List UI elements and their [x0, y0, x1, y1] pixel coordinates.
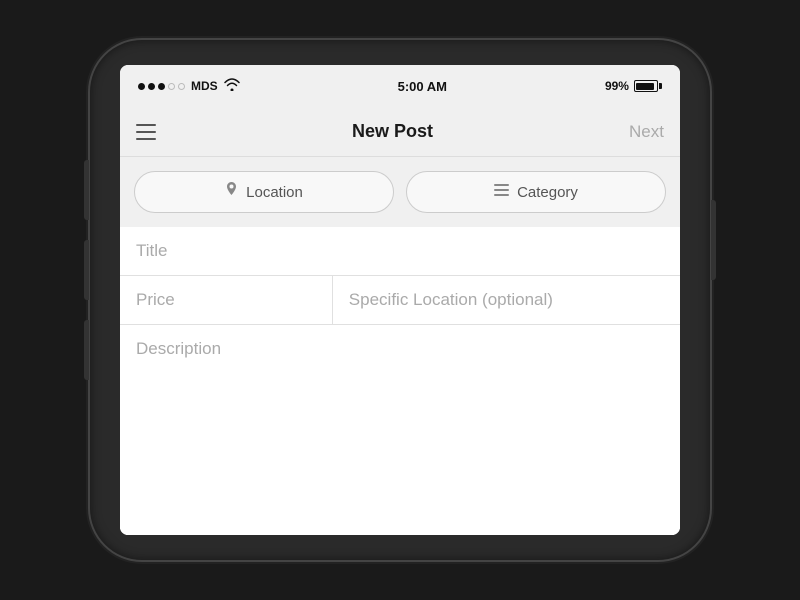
signal-dot-2	[148, 83, 155, 90]
status-left: MDS	[138, 78, 240, 94]
price-placeholder: Price	[136, 290, 175, 309]
phone-frame: MDS 5:00 AM 99%	[90, 40, 710, 560]
menu-button[interactable]	[136, 124, 156, 140]
carrier-label: MDS	[191, 79, 218, 93]
buttons-row: Location Category	[120, 157, 680, 227]
signal-dot-5	[178, 83, 185, 90]
signal-dot-3	[158, 83, 165, 90]
battery-fill	[636, 83, 653, 90]
title-field-row[interactable]: Title	[120, 227, 680, 276]
status-right: 99%	[605, 79, 662, 93]
battery-icon	[634, 80, 662, 92]
price-location-row: Price Specific Location (optional)	[120, 276, 680, 325]
signal-dot-1	[138, 83, 145, 90]
category-button-label: Category	[517, 184, 578, 201]
menu-line-2	[136, 131, 156, 133]
status-bar: MDS 5:00 AM 99%	[120, 65, 680, 107]
signal-dots	[138, 83, 185, 90]
content-area: Location Category	[120, 157, 680, 535]
battery-tip	[659, 83, 662, 89]
specific-location-field[interactable]: Specific Location (optional)	[333, 276, 680, 324]
menu-line-1	[136, 124, 156, 126]
next-button[interactable]: Next	[629, 122, 664, 142]
page-title: New Post	[352, 121, 433, 142]
menu-line-3	[136, 138, 156, 140]
location-button-label: Location	[246, 184, 303, 201]
wifi-icon	[224, 78, 240, 94]
battery-body	[634, 80, 658, 92]
category-button[interactable]: Category	[406, 171, 666, 213]
battery-percentage: 99%	[605, 79, 629, 93]
price-field[interactable]: Price	[120, 276, 333, 324]
category-icon	[494, 184, 509, 200]
status-time: 5:00 AM	[398, 79, 447, 94]
title-placeholder: Title	[136, 241, 168, 260]
signal-dot-4	[168, 83, 175, 90]
phone-screen: MDS 5:00 AM 99%	[120, 65, 680, 535]
description-field[interactable]: Description	[120, 325, 680, 535]
specific-location-placeholder: Specific Location (optional)	[349, 290, 553, 309]
location-button[interactable]: Location	[134, 171, 394, 213]
nav-bar: New Post Next	[120, 107, 680, 157]
location-icon	[225, 182, 238, 202]
description-placeholder: Description	[136, 339, 221, 358]
form-section: Title Price Specific Location (optional)…	[120, 227, 680, 535]
